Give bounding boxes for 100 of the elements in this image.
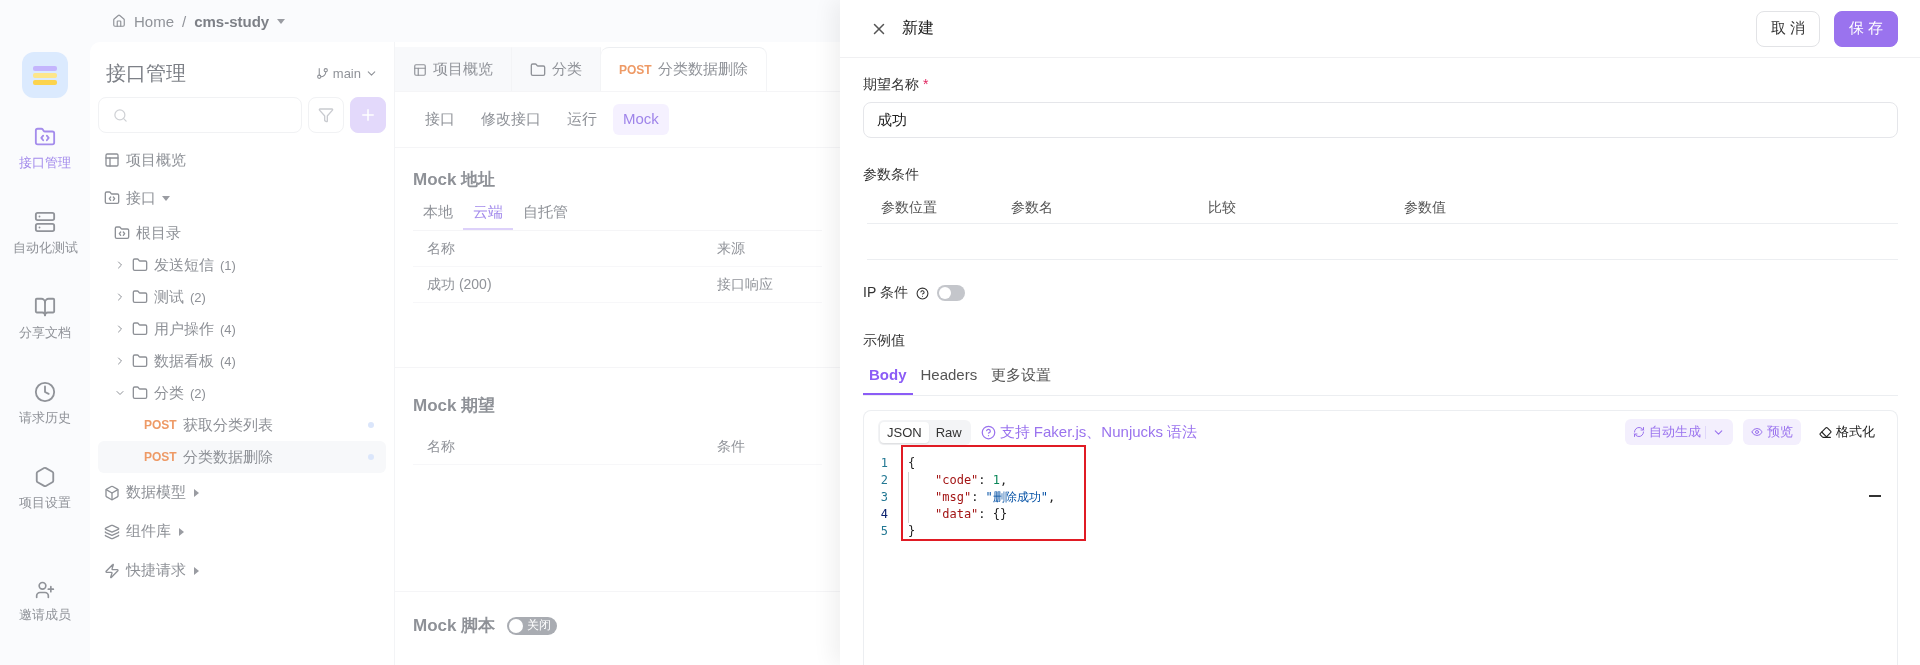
tree-item[interactable]: 用户操作 [154,319,214,339]
branch-icon [315,67,329,80]
toggle-switch[interactable] [936,285,965,301]
column-header: 参数名 [1011,198,1054,217]
book-icon [34,296,56,318]
view-tab[interactable]: 修改接口 [471,104,551,135]
field-label: 期望名称 * [863,76,930,94]
api-icon [34,126,56,148]
nav-item[interactable]: 请求历史 [19,381,71,466]
tree-item[interactable]: 分类 [154,383,184,403]
folder-icon [530,61,546,78]
tree-item[interactable]: 数据模型 [126,483,186,502]
search-field[interactable] [98,97,302,133]
mode-tab[interactable]: 云端 [463,197,513,230]
section-title: Mock 地址 [413,169,497,191]
preview-button[interactable]: 预览 [1743,419,1801,445]
endpoint-item[interactable]: POST 分类数据删除 [98,441,386,473]
body-tab[interactable]: Body [863,358,913,395]
branch-selector[interactable]: main [332,66,361,81]
field-label: IP 条件 [863,284,908,302]
filter-icon [318,107,334,123]
item-count: (4) [220,321,236,337]
invite-button[interactable]: 邀请成员 [19,580,71,665]
body-tab[interactable]: 更多设置 [985,358,1058,395]
eye-icon [1751,426,1763,438]
tree-item[interactable]: 接口 [126,188,156,208]
format-button[interactable]: JSON [880,421,929,443]
item-count: (2) [190,289,206,305]
filter-button[interactable] [308,97,344,133]
tree-item[interactable]: 发送短信 [154,255,214,275]
toggle-switch[interactable]: 关闭 [507,616,558,635]
line-number: 5 [879,523,888,540]
tree-item[interactable]: 组件库 [126,522,171,541]
code-line: { [908,455,916,472]
add-user-icon [35,580,55,600]
folder-icon [132,385,148,401]
auto-generate-button[interactable]: 自动生成 [1625,419,1733,445]
tree-item[interactable]: 根目录 [136,223,181,243]
nav-item[interactable]: 接口管理 [19,126,71,211]
app-logo[interactable] [22,52,68,98]
server-icon [34,211,56,233]
view-tab[interactable]: Mock [613,104,669,135]
line-number: 1 [879,455,888,472]
document-tab[interactable]: POST 分类数据删除 [601,47,767,91]
column-header: 条件 [717,437,746,456]
caret-icon[interactable] [177,527,185,536]
view-tab[interactable]: 接口 [415,104,465,135]
refresh-icon [1633,426,1645,438]
add-button[interactable] [350,97,386,133]
body-tab[interactable]: Headers [914,358,984,395]
caret-icon[interactable] [162,194,170,202]
tree-item[interactable]: 快捷请求 [126,561,186,580]
table-cell-text: 接口响应 [717,275,774,294]
nav-item[interactable]: 分享文档 [19,296,71,381]
code-line: "msg": "删除成功", [908,489,1056,506]
format-code-button[interactable]: 格式化 [1811,419,1883,445]
folder-icon [132,353,148,369]
name-field[interactable]: 成功 [863,102,1898,138]
layout-icon [413,62,427,77]
column-header: 比较 [1208,198,1237,217]
caret-icon[interactable] [277,17,286,25]
document-tab[interactable]: 分类 [512,47,601,91]
save-button[interactable]: 保 存 [1833,10,1898,47]
nav-item[interactable]: 自动化测试 [12,211,78,296]
syntax-link[interactable]: 支持 Faker.js、Nunjucks 语法 [999,422,1198,442]
column-header: 参数位置 [881,198,938,217]
item-count: (4) [220,353,236,369]
column-header: 参数值 [1404,198,1447,217]
mode-tab[interactable]: 本地 [413,197,463,230]
table-cell-text: 成功 (200) [427,275,493,294]
tree-item[interactable]: 数据看板 [154,351,214,371]
folder-icon [132,257,148,273]
panel-title: 接口管理 [106,61,186,86]
caret-icon[interactable] [192,566,200,575]
view-tab[interactable]: 运行 [557,104,607,135]
nav-item[interactable]: 项目设置 [19,466,71,551]
item-count: (1) [220,257,236,273]
endpoint-item[interactable]: POST 获取分类列表 [98,409,386,441]
folder-icon [132,289,148,305]
breadcrumb-separator: / [182,12,187,30]
caret-icon[interactable] [192,488,200,497]
tree-item[interactable]: 测试 [154,287,184,307]
help-icon[interactable] [915,286,929,300]
folder-icon [132,321,148,337]
document-tab[interactable]: 项目概览 [395,47,512,91]
clock-icon [34,381,56,403]
eraser-icon [1819,425,1832,439]
code-line: } [908,523,916,540]
breadcrumb-link[interactable]: cms-study [194,12,270,30]
mode-tab[interactable]: 自托管 [513,197,578,230]
format-button[interactable]: Raw [928,421,969,443]
api-icon [104,190,120,206]
section-label: 示例值 [863,332,906,350]
search-icon [113,107,128,123]
drawer-title: 新建 [902,18,935,38]
help-icon [980,424,996,440]
breadcrumb-link[interactable]: Home [134,12,174,30]
cube-icon [104,484,120,501]
tree-item[interactable]: 项目概览 [126,150,186,170]
cancel-button[interactable]: 取 消 [1755,10,1820,47]
